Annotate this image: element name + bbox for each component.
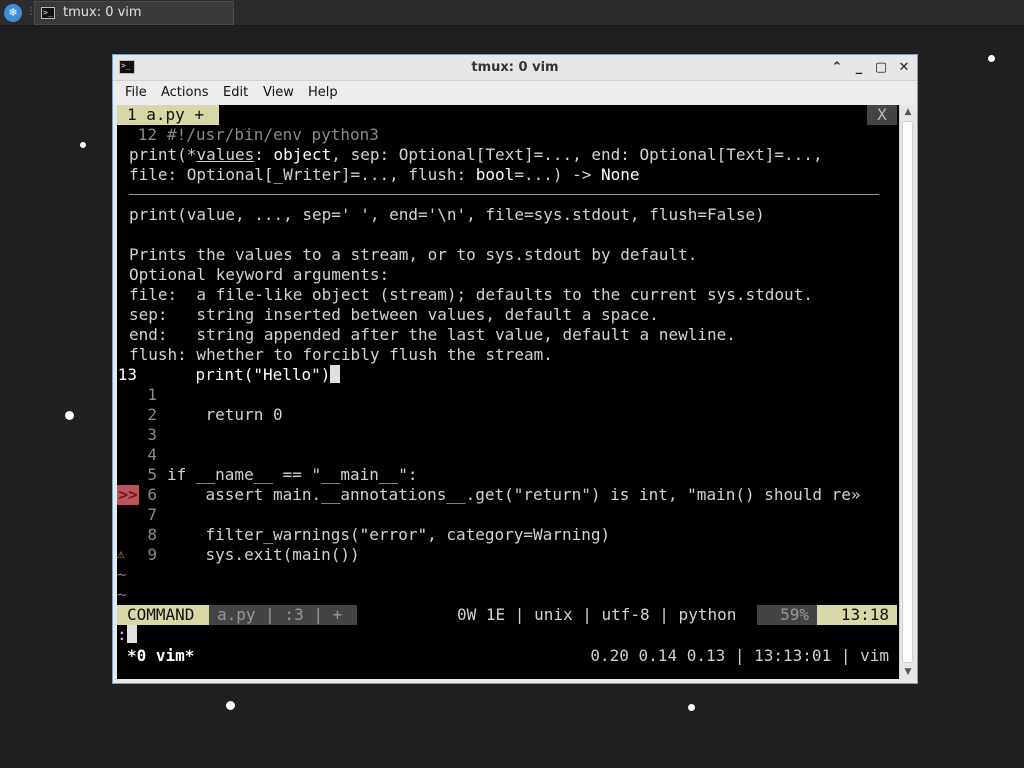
menu-view[interactable]: View — [263, 85, 294, 100]
terminal-area[interactable]: 1 a.py + X 12 #!/usr/bin/env python3 prin… — [117, 105, 899, 679]
line-number: 13 — [117, 365, 137, 384]
line-number: 9 — [147, 545, 157, 564]
terminal-icon: >_ — [41, 7, 55, 19]
hover-doc-line: end: string appended after the last valu… — [129, 325, 736, 344]
window-titlebar[interactable]: >_ tmux: 0 vim ⌃ _ ▢ ✕ — [113, 55, 917, 81]
close-button[interactable]: ✕ — [894, 58, 914, 78]
panel-separator: ⋮ — [26, 6, 36, 17]
status-info: 0W 1E | unix | utf-8 | python — [457, 605, 737, 624]
code-text: print("Hello") — [157, 365, 331, 384]
code-line: 7 — [117, 505, 167, 525]
code-text: sys.exit(main()) — [167, 545, 360, 564]
code-text: filter_warnings("error", category=Warnin… — [167, 525, 611, 544]
desktop-dot — [226, 701, 235, 710]
text-cursor — [330, 365, 341, 383]
sig-part: : — [254, 145, 274, 164]
hover-separator — [129, 194, 879, 195]
error-sign: >> — [117, 485, 139, 505]
command-cursor — [126, 625, 137, 643]
sig-type: bool — [475, 165, 515, 184]
desktop-dot — [65, 411, 74, 420]
sig-part: file: Optional[_Writer]=..., flush: — [129, 165, 476, 184]
code-line: 9 sys.exit(main()) — [117, 545, 360, 565]
menu-actions[interactable]: Actions — [161, 85, 209, 100]
scrollbar-thumb[interactable] — [902, 121, 913, 663]
tmux-window-name[interactable]: *0 vim* — [127, 645, 194, 667]
empty-line-tilde: ~ — [117, 565, 127, 584]
vim-statusline: COMMAND a.py | :3 | + 0W 1E | unix | utf… — [117, 605, 899, 625]
window-shade-button[interactable]: ⌃ — [827, 58, 847, 78]
menu-edit[interactable]: Edit — [223, 85, 248, 100]
code-line: 2 return 0 — [117, 405, 283, 425]
status-file: a.py | :3 | + — [209, 605, 357, 625]
sig-param: values — [196, 145, 255, 164]
line-number: 8 — [147, 525, 157, 544]
status-percent: 59% — [757, 605, 817, 625]
status-position: 13:18 — [817, 605, 897, 625]
maximize-button[interactable]: ▢ — [871, 58, 891, 78]
sig-type: None — [601, 165, 640, 184]
desktop-dot — [688, 704, 695, 711]
tmux-status-right: 0.20 0.14 0.13 | 13:13:01 | vim — [590, 646, 889, 665]
hover-doc-line: sep: string inserted between values, def… — [129, 305, 659, 324]
menu-help[interactable]: Help — [308, 85, 338, 100]
code-line: 4 — [117, 445, 167, 465]
line-number: 2 — [147, 405, 157, 424]
code-line-current: 13 print("Hello") — [117, 365, 341, 385]
hover-doc-signature: print(value, ..., sep=' ', end='\n', fil… — [129, 205, 765, 224]
taskbar-button-label: tmux: 0 vim — [63, 5, 142, 20]
vim-tab-close-button[interactable]: X — [867, 105, 897, 125]
sig-part: , sep: Optional[Text]=..., end: Optional… — [331, 145, 823, 164]
code-text: #!/usr/bin/env python3 — [167, 125, 379, 144]
menubar: File Actions Edit View Help — [113, 81, 917, 105]
terminal-window: >_ tmux: 0 vim ⌃ _ ▢ ✕ File Actions Edit… — [112, 54, 918, 684]
desktop-dot — [988, 55, 995, 62]
code-line: 8 filter_warnings("error", category=Warn… — [117, 525, 610, 545]
line-number: 1 — [147, 385, 157, 404]
taskbar-button-tmux[interactable]: >_ tmux: 0 vim — [34, 1, 234, 25]
tmux-status-bar: *0 vim* 0.20 0.14 0.13 | 13:13:01 | vim — [117, 645, 899, 667]
line-number: 3 — [147, 425, 157, 444]
line-number: 12 — [137, 125, 157, 144]
window-title: tmux: 0 vim — [471, 60, 559, 75]
start-menu-icon[interactable]: ❄ — [4, 4, 22, 22]
hover-doc-line: flush: whether to forcibly flush the str… — [129, 345, 553, 364]
code-line: 3 — [117, 425, 167, 445]
empty-line-tilde: ~ — [117, 585, 127, 604]
desktop-dot — [80, 142, 86, 148]
sig-part: =...) -> — [514, 165, 602, 184]
scroll-up-icon[interactable]: ▲ — [900, 105, 916, 119]
line-number: 6 — [147, 485, 157, 504]
scroll-down-icon[interactable]: ▼ — [900, 665, 916, 679]
vim-command-line[interactable]: : — [117, 625, 137, 645]
line-number: 7 — [147, 505, 157, 524]
code-line: 6 assert main.__annotations__.get("retur… — [139, 485, 861, 505]
code-line: 1 — [117, 385, 167, 405]
vim-tab-active[interactable]: 1 a.py + — [117, 105, 219, 125]
hover-signature-line: print(*values: object, sep: Optional[Tex… — [129, 145, 823, 165]
hover-signature-line: file: Optional[_Writer]=..., flush: bool… — [129, 165, 640, 185]
line-number: 4 — [147, 445, 157, 464]
hover-doc-line: Optional keyword arguments: — [129, 265, 390, 284]
sig-part: print(* — [129, 145, 197, 164]
code-text: if __name__ == "__main__": — [167, 465, 418, 484]
terminal-scrollbar[interactable]: ▲ ▼ — [899, 105, 915, 679]
code-text: return 0 — [167, 405, 283, 424]
command-prompt: : — [117, 625, 127, 644]
hover-doc-line: Prints the values to a stream, or to sys… — [129, 245, 698, 264]
code-line: 12 #!/usr/bin/env python3 — [117, 125, 379, 145]
code-text: assert main.__annotations__.get("return"… — [167, 485, 861, 504]
sig-type: object — [273, 145, 332, 164]
code-line: 5 if __name__ == "__main__": — [117, 465, 417, 485]
hover-doc-line: file: a file-like object (stream); defau… — [129, 285, 813, 304]
minimize-button[interactable]: _ — [849, 58, 869, 78]
tabline-fill — [219, 105, 899, 125]
menu-file[interactable]: File — [125, 85, 147, 100]
desktop-panel: ❄ ⋮ >_ tmux: 0 vim — [0, 0, 1024, 26]
line-number: 5 — [147, 465, 157, 484]
status-mode: COMMAND — [117, 605, 209, 625]
